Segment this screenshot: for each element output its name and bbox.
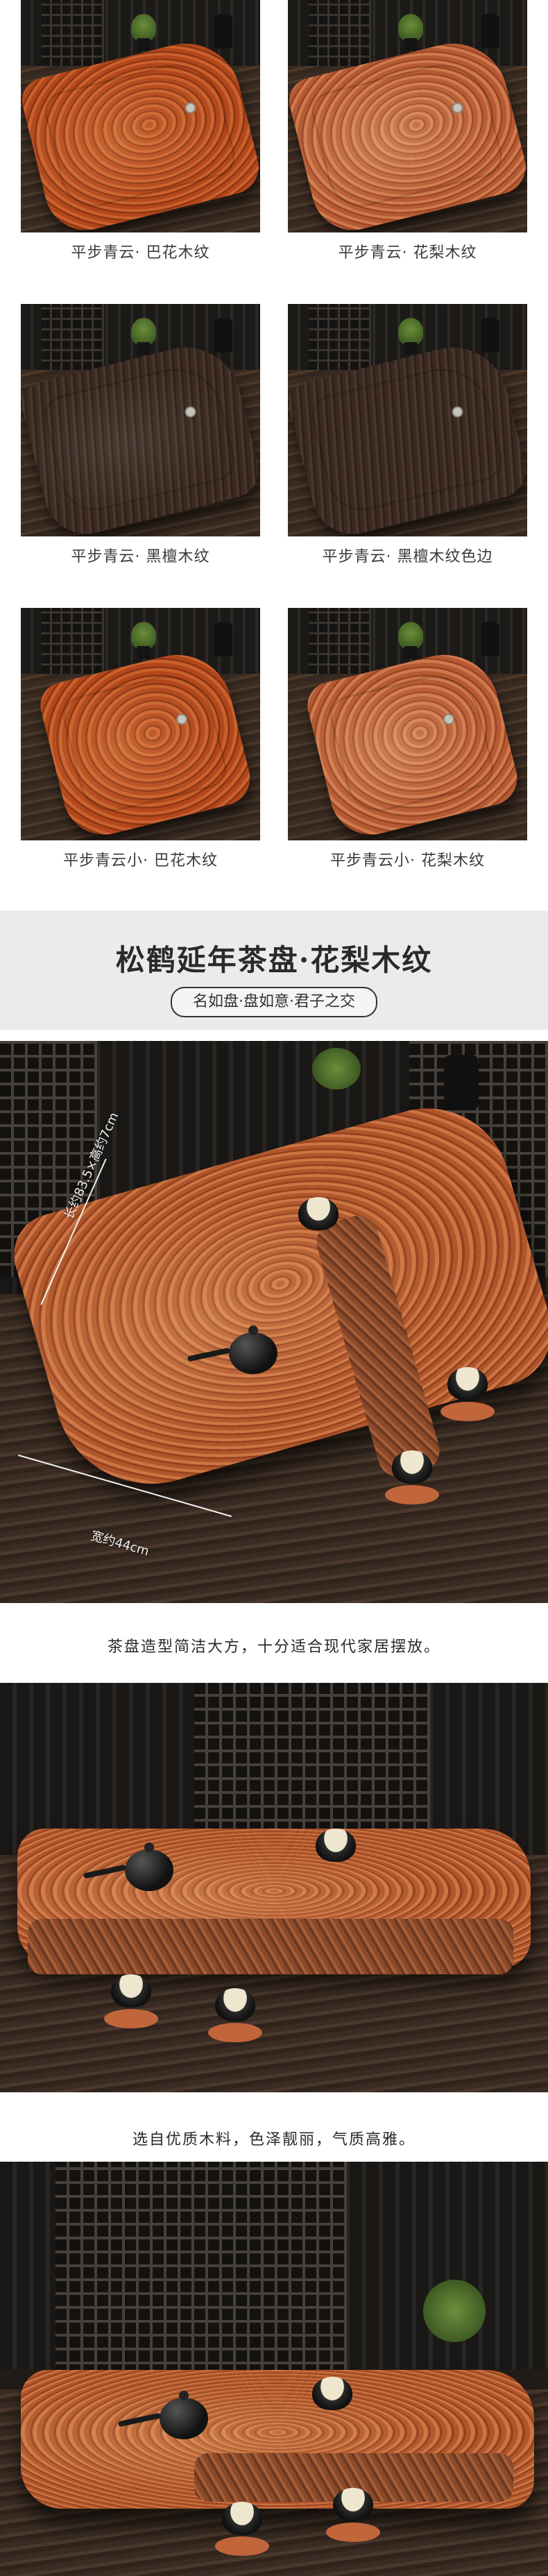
product-variant-grid: 平步青云· 巴花木纹 平步青云· 花梨木纹 平步青云· 黑檀木纹 平步青云· 黑…: [0, 0, 548, 902]
teacup: [392, 1450, 432, 1484]
product-variant-card[interactable]: 平步青云小· 花梨木纹: [288, 608, 527, 882]
teacup: [222, 2502, 262, 2535]
product-title-banner: 松鹤延年茶盘·花梨木纹 名如盘·盘如意·君子之交: [0, 910, 548, 1030]
product-caption: 平步青云· 巴花木纹: [71, 244, 210, 262]
interior-photo: [0, 2162, 548, 2576]
product-caption: 平步青云小· 巴花木纹: [63, 852, 218, 870]
product-photo: [288, 0, 527, 232]
product-photo: [288, 608, 527, 840]
teapot: [229, 1325, 277, 1374]
teacup: [333, 2488, 373, 2521]
teacup: [215, 1988, 255, 2022]
product-tagline: 名如盘·盘如意·君子之交: [171, 987, 377, 1017]
product-caption: 平步青云· 花梨木纹: [338, 244, 477, 262]
teacup: [447, 1367, 488, 1400]
product-variant-card[interactable]: 平步青云小· 巴花木纹: [21, 608, 260, 882]
feature-description: 选自优质木料，色泽靓丽，气质高雅。: [132, 2131, 416, 2149]
product-caption: 平步青云小· 花梨木纹: [330, 852, 485, 870]
product-title: 松鹤延年茶盘·花梨木纹: [115, 943, 433, 977]
product-detail-page: 平步青云· 巴花木纹 平步青云· 花梨木纹 平步青云· 黑檀木纹 平步青云· 黑…: [0, 0, 548, 2576]
product-variant-card[interactable]: 平步青云· 黑檀木纹色边: [288, 304, 527, 578]
feature-description: 茶盘造型简洁大方，十分适合现代家居摆放。: [107, 1638, 440, 1656]
product-photo: [21, 0, 260, 232]
teacup: [316, 1829, 356, 1862]
product-variant-card[interactable]: 平步青云· 巴花木纹: [21, 0, 260, 274]
teacup: [312, 2377, 352, 2410]
product-variant-card[interactable]: 平步青云· 黑檀木纹: [21, 304, 260, 578]
product-photo: [288, 304, 527, 536]
teapot: [160, 2391, 208, 2439]
product-variant-card[interactable]: 平步青云· 花梨木纹: [288, 0, 527, 274]
teacup: [111, 1974, 151, 2008]
carving-photo: [0, 1683, 548, 2092]
product-caption: 平步青云· 黑檀木纹: [71, 548, 210, 566]
teapot: [125, 1842, 173, 1891]
product-photo: [21, 608, 260, 840]
product-photo: [21, 304, 260, 536]
teacup: [298, 1197, 339, 1230]
product-caption: 平步青云· 黑檀木纹色边: [322, 548, 493, 566]
dimension-photo: 长约83.5×高约7cm 宽约44cm: [0, 1041, 548, 1603]
